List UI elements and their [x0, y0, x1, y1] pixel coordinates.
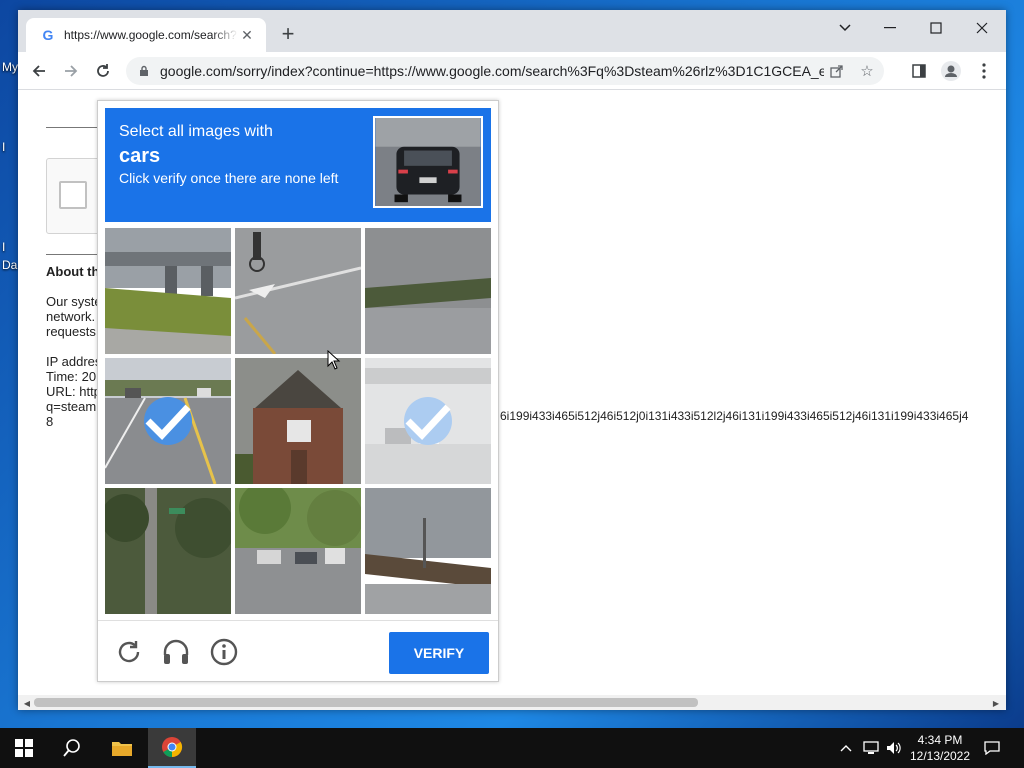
- new-tab-icon[interactable]: +: [276, 21, 300, 46]
- scroll-right-icon[interactable]: ▶: [990, 697, 1002, 709]
- scroll-left-icon[interactable]: ◀: [21, 697, 33, 709]
- clock-date: 12/13/2022: [909, 749, 971, 763]
- tile-image[interactable]: [365, 488, 491, 614]
- file-explorer-icon[interactable]: [98, 728, 146, 768]
- share-icon[interactable]: [824, 58, 850, 84]
- sample-car-image: [373, 116, 483, 208]
- tray-chevron-icon[interactable]: [836, 728, 856, 768]
- tile-image[interactable]: [365, 358, 491, 484]
- recaptcha-challenge: Select all images with cars Click verify…: [97, 100, 499, 682]
- page-content: About th Our syste network. requests IP …: [18, 91, 1006, 695]
- menu-kebab-icon[interactable]: [971, 58, 997, 84]
- paragraph-line: 8: [46, 414, 54, 429]
- maximize-icon[interactable]: [914, 14, 958, 42]
- bookmark-star-icon[interactable]: ☆: [854, 58, 880, 84]
- paragraph-line: network.: [46, 309, 96, 324]
- chrome-icon[interactable]: [148, 728, 196, 768]
- tab-title: https://www.google.com/search?: [64, 28, 237, 42]
- challenge-header: Select all images with cars Click verify…: [105, 108, 491, 222]
- close-icon[interactable]: [960, 14, 1004, 42]
- paragraph-line: q=steam: [46, 399, 97, 414]
- paragraph-line: Time: 20: [46, 369, 97, 384]
- browser-tab[interactable]: G https://www.google.com/search? ✕: [26, 18, 266, 52]
- google-favicon-icon: G: [42, 27, 54, 43]
- volume-icon[interactable]: [884, 728, 904, 768]
- address-bar[interactable]: google.com/sorry/index?continue=https://…: [126, 57, 884, 85]
- tile-image[interactable]: [235, 488, 361, 614]
- url-text-overflow: 6i199i433i465i512j46i512j0i131i433i512l2…: [500, 409, 969, 423]
- browser-toolbar: google.com/sorry/index?continue=https://…: [18, 52, 1006, 90]
- recaptcha-checkbox[interactable]: [59, 181, 87, 209]
- desktop-icon-label[interactable]: Da: [2, 258, 17, 272]
- tile-image[interactable]: [105, 358, 231, 484]
- about-heading: About th: [46, 264, 100, 279]
- desktop-icon-label[interactable]: My: [2, 60, 18, 74]
- forward-icon[interactable]: [58, 58, 84, 84]
- side-panel-icon[interactable]: [906, 58, 932, 84]
- paragraph-line: URL: http: [46, 384, 101, 399]
- verify-button[interactable]: VERIFY: [389, 632, 489, 674]
- selected-check-icon: [404, 397, 452, 445]
- tab-search-icon[interactable]: [823, 14, 867, 42]
- system-clock[interactable]: 4:34 PM 12/13/2022: [904, 732, 976, 764]
- image-grid: [105, 228, 491, 614]
- reload-icon[interactable]: [90, 58, 116, 84]
- paragraph-line: IP addres: [46, 354, 102, 369]
- horizontal-scrollbar[interactable]: ◀ ▶: [18, 695, 1006, 710]
- profile-avatar-icon[interactable]: [938, 58, 964, 84]
- mouse-cursor-icon: [327, 350, 341, 370]
- clock-time: 4:34 PM: [917, 733, 963, 747]
- scrollbar-thumb[interactable]: [34, 698, 698, 707]
- search-icon[interactable]: [48, 728, 96, 768]
- desktop-icon-label[interactable]: I: [2, 240, 5, 254]
- desktop-icon-label[interactable]: I: [2, 140, 5, 154]
- network-icon[interactable]: [860, 728, 882, 768]
- tile-image[interactable]: [365, 228, 491, 354]
- paragraph-line: requests: [46, 324, 96, 339]
- start-windows-icon[interactable]: [0, 728, 48, 768]
- taskbar: 4:34 PM 12/13/2022: [0, 728, 1024, 768]
- minimize-icon[interactable]: [868, 14, 912, 42]
- tab-close-icon[interactable]: ✕: [238, 26, 256, 44]
- paragraph-line: Our syste: [46, 294, 102, 309]
- selected-check-icon: [144, 397, 192, 445]
- tile-image[interactable]: [235, 228, 361, 354]
- challenge-footer: VERIFY: [98, 620, 498, 682]
- back-icon[interactable]: [26, 58, 52, 84]
- browser-window: G https://www.google.com/search? ✕ + goo…: [18, 10, 1006, 710]
- lock-icon: [140, 65, 148, 76]
- tab-strip: G https://www.google.com/search? ✕ +: [18, 10, 1006, 52]
- tile-image[interactable]: [235, 358, 361, 484]
- tile-image[interactable]: [105, 228, 231, 354]
- url-text[interactable]: google.com/sorry/index?continue=https://…: [160, 63, 824, 79]
- info-icon[interactable]: [209, 637, 239, 667]
- notifications-icon[interactable]: [980, 728, 1004, 768]
- audio-challenge-icon[interactable]: [161, 637, 191, 667]
- reload-challenge-icon[interactable]: [114, 637, 144, 667]
- tile-image[interactable]: [105, 488, 231, 614]
